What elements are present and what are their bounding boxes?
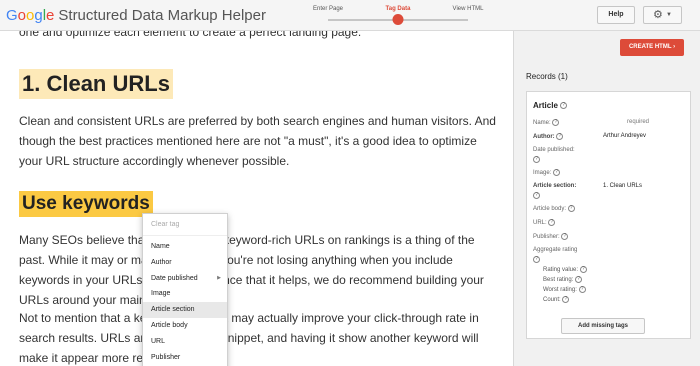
help-icon[interactable]: ? xyxy=(556,133,564,140)
field-label: Worst rating: xyxy=(543,287,577,294)
menu-clear-tag[interactable]: Clear tag xyxy=(143,214,227,236)
add-missing-tags-button[interactable]: Add missing tags xyxy=(561,318,645,334)
field-author-value[interactable]: Arthur Andreyev xyxy=(603,133,646,139)
field-article-section-value[interactable]: 1. Clean URLs xyxy=(603,183,642,189)
create-html-label: CREATE HTML xyxy=(628,44,672,50)
paragraph-3[interactable]: Not to mention that a keyword in a URL m… xyxy=(19,308,499,366)
app-logo: Google Structured Data Markup Helper xyxy=(6,7,266,24)
field-label: Author: xyxy=(533,134,555,141)
menu-item-date-published[interactable]: Date published ▶ xyxy=(143,271,227,287)
field-article-section: Article section: xyxy=(533,183,577,189)
help-icon[interactable]: ? xyxy=(533,256,540,263)
chevron-right-icon: › xyxy=(673,44,676,50)
step-tag-data[interactable]: Tag Data xyxy=(386,6,411,12)
paragraph-1[interactable]: Clean and consistent URLs are preferred … xyxy=(19,111,499,171)
logo-letter: G xyxy=(6,7,18,24)
field-label: Name: xyxy=(533,120,551,127)
field-image: Image: ? xyxy=(533,169,561,177)
progress-steps: Enter Page Tag Data View HTML xyxy=(313,6,483,28)
menu-item-author[interactable]: Author xyxy=(143,255,227,271)
logo-letter: e xyxy=(46,7,55,24)
paragraph-partial: one and optimize each element to create … xyxy=(19,31,362,39)
paragraph-2[interactable]: Many SEOs believe that the impact of key… xyxy=(19,230,499,310)
help-icon[interactable]: ? xyxy=(575,276,583,283)
create-html-button[interactable]: CREATE HTML › xyxy=(620,39,684,56)
field-author: Author: ? xyxy=(533,133,564,141)
records-sidebar: CREATE HTML › Records (1) Article ? Name… xyxy=(513,31,700,366)
help-icon[interactable]: ? xyxy=(578,286,586,293)
tag-context-menu: Clear tag Name Author Date published ▶ I… xyxy=(142,213,228,366)
menu-item-article-body[interactable]: Article body xyxy=(143,318,227,334)
help-icon[interactable]: ? xyxy=(533,192,540,199)
field-rating-value: Rating value: ? xyxy=(543,266,587,273)
help-icon[interactable]: ? xyxy=(561,233,569,240)
step-view-html[interactable]: View HTML xyxy=(453,6,484,12)
field-label: URL: xyxy=(533,220,547,227)
field-label: Count: xyxy=(543,297,561,304)
card-title: Article ? xyxy=(533,101,568,110)
help-icon[interactable]: ? xyxy=(548,219,556,226)
app-title: Structured Data Markup Helper xyxy=(58,7,266,24)
step-enter-page[interactable]: Enter Page xyxy=(313,6,343,12)
menu-item-label: Date published xyxy=(151,274,198,282)
settings-button[interactable]: ⚙ ▼ xyxy=(643,6,682,24)
field-article-body: Article body: ? xyxy=(533,205,575,212)
field-required-note: required xyxy=(627,119,650,125)
menu-item-name[interactable]: Name xyxy=(143,239,227,255)
menu-item-image[interactable]: Image xyxy=(143,286,227,302)
card-title-label: Article xyxy=(533,101,558,110)
menu-item-publisher[interactable]: Publisher xyxy=(143,350,227,366)
field-label: Article body: xyxy=(533,206,567,213)
menu-item-url[interactable]: URL xyxy=(143,334,227,350)
top-bar: Google Structured Data Markup Helper Ente… xyxy=(0,0,700,31)
field-worst-rating: Worst rating: ? xyxy=(543,286,586,293)
heading-use-keywords[interactable]: Use keywords xyxy=(19,191,153,217)
help-icon[interactable]: ? xyxy=(533,156,540,163)
help-icon[interactable]: ? xyxy=(553,169,561,176)
field-best-rating: Best rating: ? xyxy=(543,276,583,284)
gear-icon: ⚙ xyxy=(653,9,663,21)
submenu-arrow-icon: ▶ xyxy=(217,274,221,281)
field-label: Rating value: xyxy=(543,267,579,274)
field-label: Image: xyxy=(533,170,552,177)
help-button[interactable]: Help xyxy=(597,6,635,24)
logo-letter: o xyxy=(17,7,27,24)
article-record-card: Article ? Name: ? required Author: ? Art… xyxy=(526,91,691,339)
field-url: URL: ? xyxy=(533,219,556,227)
field-count: Count: ? xyxy=(543,296,570,304)
help-icon[interactable]: ? xyxy=(567,205,575,212)
records-title: Records (1) xyxy=(526,72,568,81)
field-aggregate-rating: Aggregate rating xyxy=(533,247,578,253)
help-icon[interactable]: ? xyxy=(560,102,568,110)
chevron-down-icon: ▼ xyxy=(665,12,672,19)
field-label: Publisher: xyxy=(533,234,560,241)
field-name: Name: ? xyxy=(533,119,560,127)
step-current-dot xyxy=(392,14,404,25)
menu-item-article-section[interactable]: Article section xyxy=(143,302,227,318)
help-icon[interactable]: ? xyxy=(562,296,570,303)
help-icon[interactable]: ? xyxy=(579,266,587,273)
field-date-published: Date published: xyxy=(533,147,575,153)
page-preview: one and optimize each element to create … xyxy=(0,31,512,366)
field-publisher: Publisher: ? xyxy=(533,233,569,241)
logo-letter: g xyxy=(34,7,43,24)
heading-clean-urls[interactable]: 1. Clean URLs xyxy=(19,69,173,99)
field-label: Best rating: xyxy=(543,277,574,284)
help-icon[interactable]: ? xyxy=(552,119,560,126)
